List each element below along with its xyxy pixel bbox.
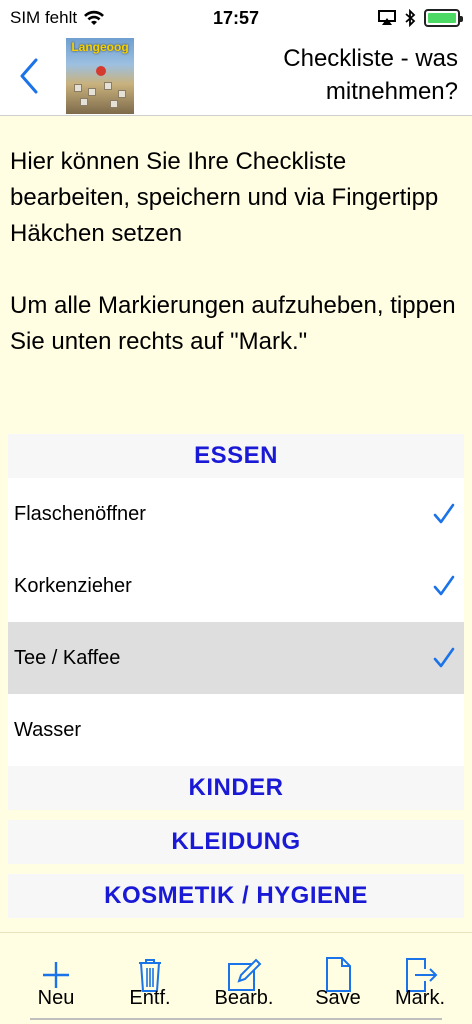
- list-item-label: Wasser: [14, 718, 82, 741]
- content-area: Hier können Sie Ihre Checkliste bearbeit…: [0, 116, 472, 932]
- mark-label: Mark.: [395, 987, 445, 1009]
- bluetooth-icon: [405, 9, 416, 27]
- mark-button[interactable]: Mark.: [380, 955, 460, 1024]
- back-chevron-icon: [20, 58, 38, 94]
- checkmark-icon: [433, 503, 455, 524]
- list-item[interactable]: Flaschenöffner: [8, 478, 464, 550]
- list-item[interactable]: Korkenzieher: [8, 550, 464, 622]
- new-button[interactable]: Neu: [16, 955, 96, 1024]
- checkmark-icon: [433, 647, 455, 668]
- intro-paragraph-1: Hier können Sie Ihre Checkliste bearbeit…: [10, 148, 439, 247]
- list-item[interactable]: Tee / Kaffee: [8, 622, 464, 694]
- new-label: Neu: [37, 987, 75, 1009]
- edit-label: Bearb.: [214, 987, 274, 1009]
- back-button[interactable]: [14, 54, 44, 98]
- status-left: SIM fehlt: [10, 8, 105, 28]
- battery-fill: [428, 13, 456, 23]
- checkmark-icon: [433, 575, 455, 596]
- section-header-kinder[interactable]: KINDER: [8, 766, 464, 810]
- logo-beach-chair: [110, 100, 118, 108]
- edit-button[interactable]: Bearb.: [204, 955, 284, 1024]
- logo-beach-chair: [74, 84, 82, 92]
- airplay-icon: [378, 10, 396, 25]
- logo-text: Langeoog: [71, 40, 129, 54]
- carrier-label: SIM fehlt: [10, 8, 78, 27]
- status-right: [378, 9, 463, 27]
- list-item-label: Korkenzieher: [14, 574, 132, 597]
- intro-paragraph-2: Um alle Markierungen aufzuheben, tippen …: [10, 292, 456, 355]
- logo-beach-chair: [104, 82, 112, 90]
- section-header-kleidung[interactable]: KLEIDUNG: [8, 820, 464, 864]
- section-header-kosmetik[interactable]: KOSMETIK / HYGIENE: [8, 874, 464, 918]
- save-button[interactable]: Save: [298, 955, 378, 1024]
- delete-button[interactable]: Entf.: [110, 955, 190, 1024]
- intro-text: Hier können Sie Ihre Checkliste bearbeit…: [10, 144, 462, 360]
- logo-flag: [96, 66, 106, 76]
- battery-icon: [424, 9, 463, 27]
- page-title: Checkliste - was mitnehmen?: [283, 45, 458, 105]
- checklist: ESSEN Flaschenöffner Korkenzieher Tee / …: [8, 434, 464, 918]
- delete-label: Entf.: [129, 987, 171, 1009]
- wifi-icon: [84, 10, 105, 25]
- section-header-essen[interactable]: ESSEN: [8, 434, 464, 478]
- list-item-label: Flaschenöffner: [14, 502, 146, 525]
- langeoog-logo: Langeoog: [66, 38, 134, 114]
- status-time: 17:57: [212, 7, 260, 28]
- save-label: Save: [315, 987, 361, 1009]
- logo-beach-chair: [80, 98, 88, 106]
- list-item[interactable]: Wasser: [8, 694, 464, 766]
- status-bar: SIM fehlt 17:57: [0, 0, 472, 36]
- logo-beach-chair: [118, 90, 126, 98]
- home-indicator-line: [30, 1018, 442, 1020]
- logo-beach-chair: [88, 88, 96, 96]
- list-item-label: Tee / Kaffee: [14, 646, 121, 669]
- navigation-bar: Langeoog Checkliste - was mitnehmen?: [0, 36, 472, 116]
- bottom-toolbar: Neu Entf. Bearb. Save Mark.: [0, 932, 472, 1024]
